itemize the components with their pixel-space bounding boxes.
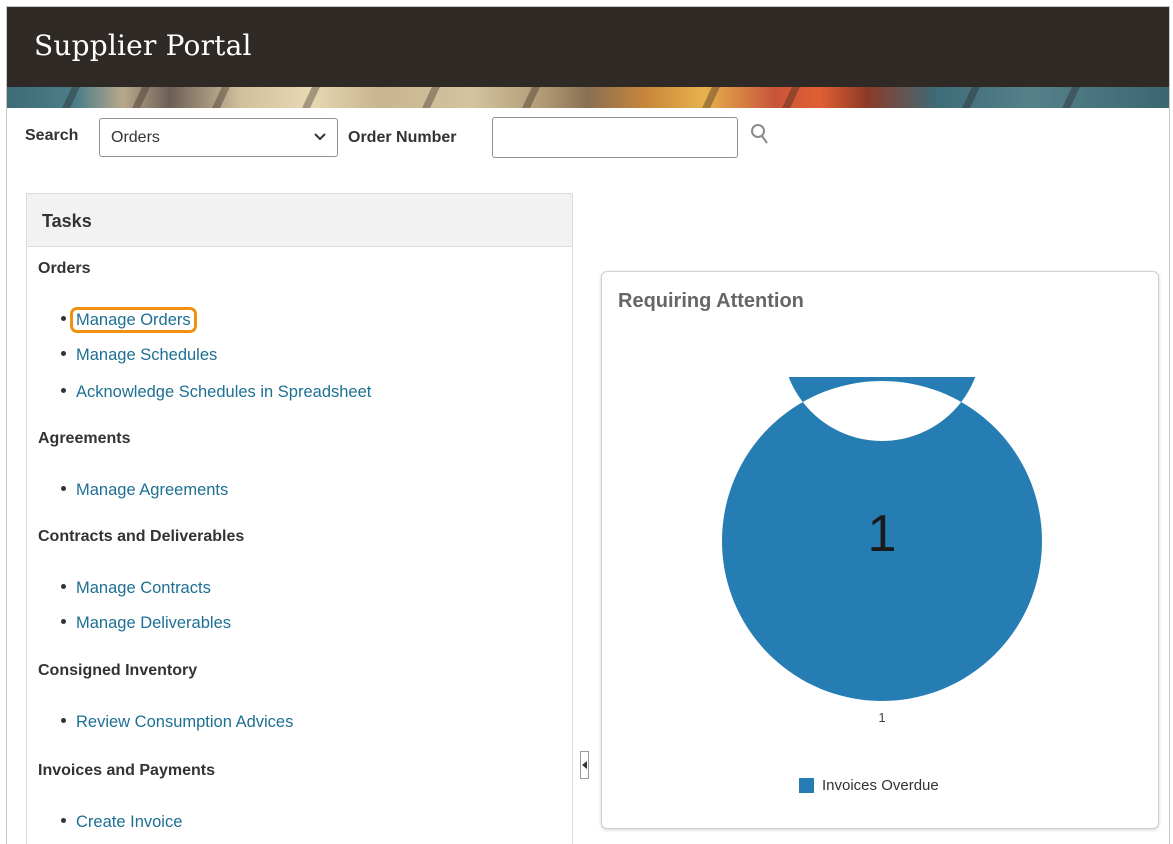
collapse-left-icon (582, 761, 587, 769)
bullet (61, 486, 66, 492)
tasks-title: Tasks (42, 211, 92, 231)
header-banner (7, 87, 1169, 108)
tasks-panel: Tasks Orders Manage Orders Manage Schedu… (26, 193, 573, 844)
legend-label: Invoices Overdue (822, 777, 939, 794)
search-type-select[interactable]: Orders (99, 118, 338, 157)
section-orders: Orders (38, 260, 91, 277)
task-manage-agreements[interactable]: Manage Agreements (61, 481, 228, 500)
task-link[interactable]: Create Invoice (76, 813, 182, 831)
bullet (61, 316, 66, 322)
search-bar: Search Orders Order Number (7, 108, 1169, 168)
task-manage-schedules[interactable]: Manage Schedules (61, 346, 217, 365)
task-link[interactable]: Manage Agreements (76, 481, 228, 499)
task-acknowledge-schedules[interactable]: Acknowledge Schedules in Spreadsheet (61, 383, 371, 402)
chevron-down-icon (314, 133, 326, 141)
panel-collapse-handle[interactable] (580, 751, 589, 779)
task-manage-deliverables[interactable]: Manage Deliverables (61, 614, 231, 633)
task-link[interactable]: Manage Contracts (76, 579, 211, 597)
section-agreements: Agreements (38, 430, 131, 447)
task-link[interactable]: Acknowledge Schedules in Spreadsheet (76, 383, 371, 401)
supplier-portal-window: Supplier Portal Search Orders Order Numb… (6, 6, 1170, 844)
requiring-attention-card: Requiring Attention 1 1 Invoices Overdue (601, 271, 1159, 829)
app-header: Supplier Portal (7, 7, 1169, 87)
search-label: Search (25, 127, 79, 144)
search-icon[interactable] (748, 121, 772, 149)
search-type-value: Orders (111, 129, 160, 146)
section-invoices-payments: Invoices and Payments (38, 762, 215, 779)
task-link[interactable]: Manage Schedules (76, 346, 217, 364)
donut-center-value: 1 (867, 505, 897, 563)
order-number-label: Order Number (348, 129, 457, 146)
bullet (61, 718, 66, 724)
card-title: Requiring Attention (618, 290, 804, 312)
bullet (61, 584, 66, 590)
task-manage-contracts[interactable]: Manage Contracts (61, 579, 211, 598)
task-link[interactable]: Manage Deliverables (76, 614, 231, 632)
app-title: Supplier Portal (34, 29, 252, 62)
task-manage-orders[interactable]: Manage Orders (61, 307, 197, 333)
order-number-input[interactable] (492, 117, 738, 158)
bullet (61, 619, 66, 625)
legend-swatch (799, 778, 814, 793)
bullet (61, 351, 66, 357)
tasks-header: Tasks (27, 194, 572, 247)
slice-data-label: 1 (878, 710, 886, 725)
task-link[interactable]: Review Consumption Advices (76, 713, 293, 731)
bullet (61, 818, 66, 824)
task-review-consumption-advices[interactable]: Review Consumption Advices (61, 713, 293, 732)
task-create-invoice[interactable]: Create Invoice (61, 813, 182, 832)
section-consigned-inventory: Consigned Inventory (38, 662, 198, 679)
task-link[interactable]: Manage Orders (70, 307, 197, 333)
bullet (61, 388, 66, 394)
section-contracts: Contracts and Deliverables (38, 528, 245, 545)
